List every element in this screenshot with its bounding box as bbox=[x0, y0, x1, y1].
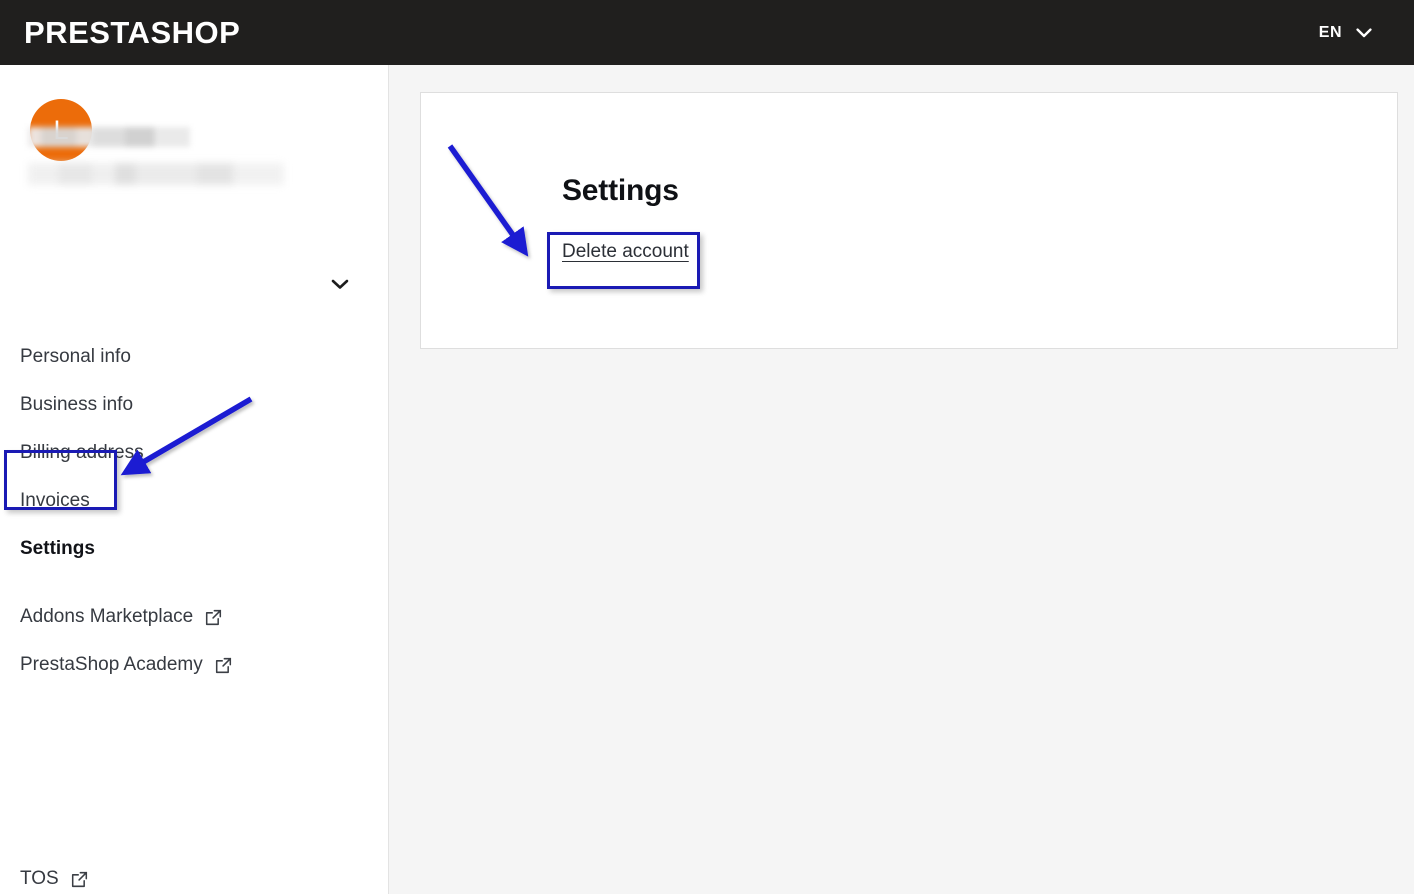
prestashop-logo: PRESTASHOP bbox=[24, 14, 241, 50]
sidebar-item-label: Billing address bbox=[20, 442, 144, 463]
sidebar-item-business-info[interactable]: Business info bbox=[0, 381, 389, 429]
main-content: Settings Delete account bbox=[389, 65, 1414, 894]
sidebar-item-label: TOS bbox=[20, 868, 59, 889]
sidebar-item-invoices[interactable]: Invoices bbox=[0, 477, 389, 525]
delete-account-link[interactable]: Delete account bbox=[562, 241, 689, 263]
app-root: PRESTASHOP EN L Personal info bbox=[0, 0, 1414, 894]
chevron-down-icon[interactable] bbox=[330, 277, 350, 295]
settings-card: Settings Delete account bbox=[420, 92, 1398, 349]
sidebar-item-label: Settings bbox=[20, 538, 95, 559]
chevron-down-icon bbox=[1356, 27, 1372, 38]
sidebar-item-label: Business info bbox=[20, 394, 134, 415]
page-title: Settings bbox=[562, 174, 679, 207]
external-link-icon bbox=[205, 609, 222, 626]
external-link-icon bbox=[71, 871, 88, 888]
sidebar-item-label: Invoices bbox=[20, 490, 90, 511]
sidebar-item-billing-address[interactable]: Billing address bbox=[0, 429, 389, 477]
sidebar-item-settings[interactable]: Settings bbox=[0, 525, 389, 573]
top-header-bar: PRESTASHOP EN bbox=[0, 0, 1414, 65]
sidebar-item-label: Personal info bbox=[20, 346, 131, 367]
external-link-icon bbox=[215, 657, 232, 674]
sidebar: L Personal info Business info Billing ad… bbox=[0, 65, 389, 894]
language-selector[interactable]: EN bbox=[1319, 24, 1414, 42]
sidebar-item-tos[interactable]: TOS bbox=[0, 855, 389, 894]
sidebar-footer: TOS Privacy Policy bbox=[0, 855, 389, 894]
language-label: EN bbox=[1318, 23, 1342, 41]
sidebar-item-label: Addons Marketplace bbox=[20, 606, 194, 627]
sidebar-nav: Personal info Business info Billing addr… bbox=[0, 333, 389, 689]
sidebar-item-prestashop-academy[interactable]: PrestaShop Academy bbox=[0, 641, 389, 689]
account-switcher[interactable] bbox=[0, 177, 389, 235]
sidebar-item-addons-marketplace[interactable]: Addons Marketplace bbox=[0, 593, 389, 641]
sidebar-item-personal-info[interactable]: Personal info bbox=[0, 333, 389, 381]
account-email-redacted bbox=[28, 163, 284, 185]
account-name-redacted bbox=[28, 127, 190, 147]
sidebar-item-label: PrestaShop Academy bbox=[20, 654, 203, 675]
